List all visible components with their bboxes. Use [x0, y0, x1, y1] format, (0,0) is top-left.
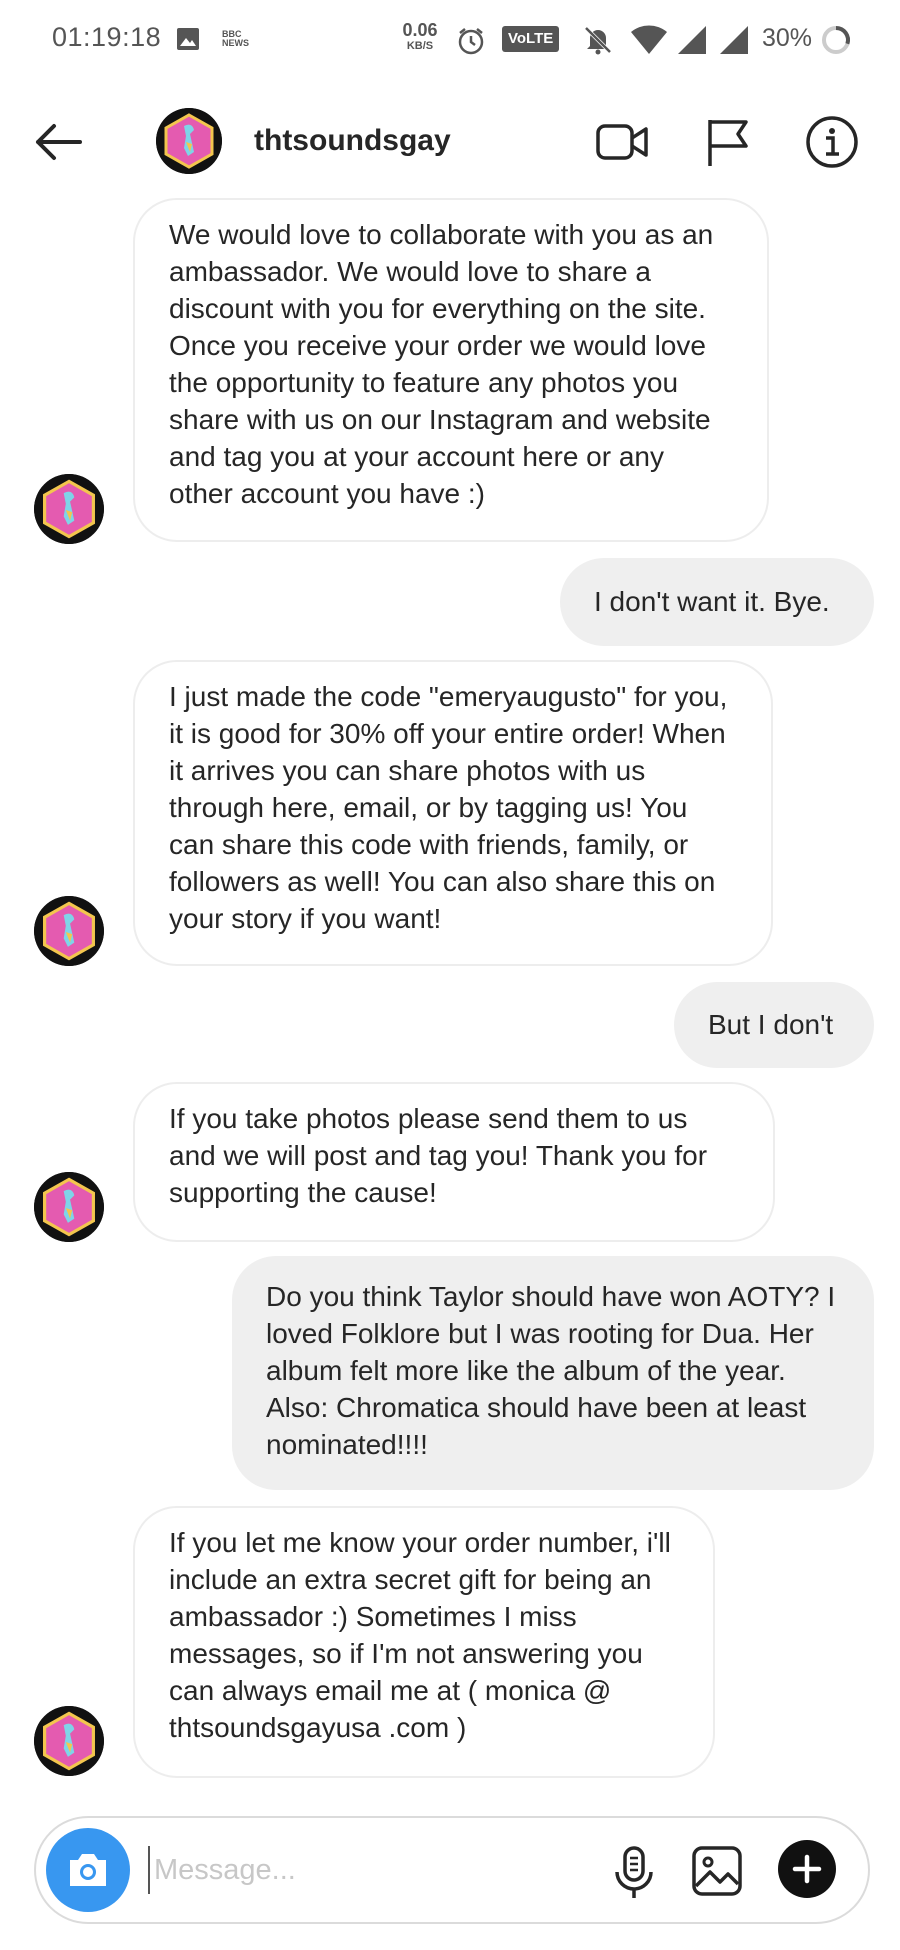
signal-sim2-icon — [718, 24, 750, 61]
back-button[interactable] — [30, 114, 86, 170]
message-thread[interactable]: We would love to collaborate with you as… — [0, 196, 900, 1786]
battery-icon — [820, 24, 852, 61]
profile-logo-icon — [34, 1172, 104, 1242]
photo-gallery-icon — [692, 1846, 742, 1896]
notifications-muted-icon — [582, 24, 614, 61]
header-avatar[interactable] — [156, 108, 222, 174]
message-composer — [34, 1816, 870, 1924]
outgoing-message-bubble[interactable]: But I don't — [674, 982, 874, 1068]
network-speed-value: 0.06 — [402, 20, 438, 40]
chat-header: thtsoundsgay — [0, 92, 900, 192]
message-input[interactable] — [148, 1846, 608, 1894]
profile-logo-icon — [34, 896, 104, 966]
camera-button[interactable] — [46, 1828, 130, 1912]
status-time: 01:19:18 — [52, 22, 162, 52]
camera-icon — [70, 1854, 106, 1886]
video-camera-icon — [596, 124, 648, 160]
gallery-button[interactable] — [688, 1842, 746, 1900]
incoming-message-bubble[interactable]: If you take photos please send them to u… — [133, 1082, 775, 1242]
report-flag-button[interactable] — [698, 112, 758, 172]
outgoing-message-bubble[interactable]: Do you think Taylor should have won AOTY… — [232, 1256, 874, 1490]
battery-percentage: 30% — [762, 24, 813, 52]
profile-logo-icon — [34, 474, 104, 544]
profile-logo-icon — [156, 108, 222, 174]
back-arrow-icon — [36, 124, 82, 160]
sender-avatar[interactable] — [34, 1706, 104, 1776]
header-username[interactable]: thtsoundsgay — [254, 124, 451, 158]
wifi-icon — [630, 24, 668, 61]
conversation-info-button[interactable] — [802, 112, 862, 172]
bbc-news-notification-icon: BBC NEWS — [222, 29, 249, 48]
microphone-icon — [615, 1846, 653, 1898]
flag-icon — [708, 120, 748, 166]
incoming-message-bubble[interactable]: We would love to collaborate with you as… — [133, 198, 769, 542]
network-speed: 0.06 KB/S — [398, 20, 442, 52]
voice-message-button[interactable] — [606, 1842, 662, 1902]
status-bar: 01:19:18 BBC NEWS 0.06 KB/S VoLTE 30% — [0, 0, 900, 80]
outgoing-message-bubble[interactable]: I don't want it. Bye. — [560, 558, 874, 646]
sender-avatar[interactable] — [34, 1172, 104, 1242]
sender-avatar[interactable] — [34, 896, 104, 966]
gallery-notification-icon — [176, 27, 200, 51]
alarm-icon — [456, 26, 486, 61]
info-icon — [806, 116, 858, 168]
video-call-button[interactable] — [592, 112, 652, 172]
profile-logo-icon — [34, 1706, 104, 1776]
network-speed-unit: KB/S — [406, 40, 434, 52]
volte-badge: VoLTE — [502, 26, 560, 52]
more-options-button[interactable] — [778, 1840, 836, 1898]
sender-avatar[interactable] — [34, 474, 104, 544]
signal-sim1-icon — [676, 24, 708, 61]
incoming-message-bubble[interactable]: If you let me know your order number, i'… — [133, 1506, 715, 1778]
plus-icon — [792, 1854, 822, 1884]
incoming-message-bubble[interactable]: I just made the code "emeryaugusto" for … — [133, 660, 773, 966]
